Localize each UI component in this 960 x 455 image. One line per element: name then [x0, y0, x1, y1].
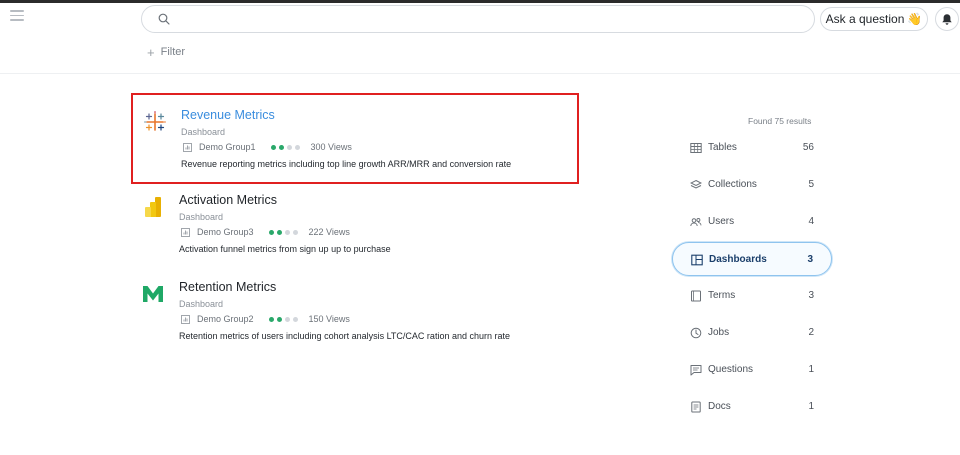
facet-users[interactable]: Users 4 — [672, 205, 832, 239]
doc-icon — [691, 401, 701, 413]
facet-count: 4 — [808, 216, 814, 227]
clock-icon — [690, 327, 702, 339]
rating-dots — [268, 229, 298, 235]
facet-label: Users — [708, 216, 735, 227]
rating-dot-filled — [276, 229, 282, 235]
powerbi-icon — [145, 197, 161, 217]
book-icon — [691, 290, 701, 302]
facet-label: Tables — [708, 142, 737, 153]
result-views: 300 Views — [310, 142, 352, 152]
facet-count: 3 — [808, 290, 814, 301]
rating-dots — [270, 144, 300, 150]
facet-collections[interactable]: Collections 5 — [672, 168, 832, 202]
result-meta: Demo Group1 300 Views — [183, 142, 352, 152]
facet-dashboards[interactable]: Dashboards 3 — [672, 242, 832, 276]
rating-dots — [268, 316, 298, 322]
facet-label: Questions — [708, 364, 754, 375]
facet-count: 5 — [808, 179, 814, 190]
metabase-m-icon — [143, 286, 163, 302]
chat-icon — [690, 365, 702, 376]
result-group: Demo Group2 — [197, 314, 254, 324]
facet-terms[interactable]: Terms 3 — [672, 279, 832, 313]
result-type: Dashboard — [179, 299, 224, 309]
result-group: Demo Group1 — [199, 142, 256, 152]
bar-chart-icon — [181, 227, 190, 237]
plus-icon: + — [147, 44, 155, 60]
facet-tables[interactable]: Tables 56 — [672, 131, 832, 165]
facet-count: 56 — [802, 142, 814, 153]
bar-chart-icon — [181, 314, 190, 324]
ask-question-button[interactable]: Ask a question 👋 — [820, 7, 928, 31]
result-views: 150 Views — [308, 314, 350, 324]
rating-dot-filled — [268, 229, 274, 235]
facet-docs[interactable]: Docs 1 — [672, 390, 832, 424]
result-card[interactable]: Revenue Metrics Dashboard Demo Group1 30… — [131, 93, 579, 184]
facet-label: Terms — [708, 290, 736, 301]
result-title[interactable]: Activation Metrics — [179, 193, 277, 207]
result-meta: Demo Group3 222 Views — [181, 227, 350, 237]
result-type: Dashboard — [179, 212, 224, 222]
bell-icon — [942, 13, 952, 25]
facet-count: 3 — [807, 254, 813, 265]
result-type: Dashboard — [181, 127, 226, 137]
search-icon — [158, 13, 170, 25]
result-title[interactable]: Retention Metrics — [179, 280, 276, 294]
results-count: Found 75 results — [748, 116, 812, 126]
rating-dot-empty — [292, 316, 298, 322]
facet-label: Collections — [708, 179, 757, 190]
result-card[interactable]: Activation Metrics Dashboard Demo Group3… — [131, 180, 579, 271]
result-card[interactable]: Retention Metrics Dashboard Demo Group2 … — [131, 267, 579, 358]
rating-dot-empty — [292, 229, 298, 235]
facet-count: 1 — [808, 364, 814, 375]
rating-dot-filled — [278, 144, 284, 150]
table-icon — [690, 143, 702, 153]
rating-dot-filled — [268, 316, 274, 322]
filter-button[interactable]: + Filter — [147, 44, 186, 60]
result-title[interactable]: Revenue Metrics — [181, 108, 275, 122]
rating-dot-empty — [294, 144, 300, 150]
facet-count: 2 — [808, 327, 814, 338]
rating-dot-filled — [270, 144, 276, 150]
bar-chart-icon — [183, 142, 192, 152]
facet-jobs[interactable]: Jobs 2 — [672, 316, 832, 350]
rating-dot-empty — [284, 316, 290, 322]
users-icon — [690, 218, 702, 227]
rating-dot-empty — [286, 144, 292, 150]
dashboard-icon — [691, 254, 703, 266]
facet-count: 1 — [808, 401, 814, 412]
facet-questions[interactable]: Questions 1 — [672, 353, 832, 387]
result-description: Activation funnel metrics from sign up u… — [179, 244, 391, 254]
layers-icon — [690, 179, 702, 189]
header-divider — [0, 73, 960, 74]
result-meta: Demo Group2 150 Views — [181, 314, 350, 324]
tableau-icon — [144, 111, 166, 131]
menu-icon[interactable] — [10, 10, 24, 22]
result-description: Revenue reporting metrics including top … — [181, 159, 512, 169]
facet-label: Dashboards — [709, 254, 767, 265]
filter-label: Filter — [160, 46, 186, 58]
search-bar[interactable] — [141, 5, 815, 33]
rating-dot-filled — [276, 316, 282, 322]
result-description: Retention metrics of users including coh… — [179, 331, 510, 341]
search-input[interactable] — [176, 10, 796, 28]
rating-dot-empty — [284, 229, 290, 235]
result-group: Demo Group3 — [197, 227, 254, 237]
result-views: 222 Views — [308, 227, 350, 237]
ask-question-label: Ask a question — [825, 12, 905, 26]
wave-hand-icon: 👋 — [907, 12, 923, 26]
facet-label: Docs — [708, 401, 731, 412]
top-border — [0, 0, 960, 3]
notifications-button[interactable] — [935, 7, 959, 31]
facet-label: Jobs — [708, 327, 730, 338]
